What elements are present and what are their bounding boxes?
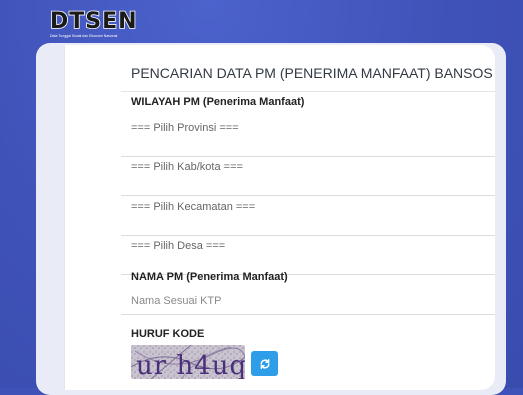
captcha-text: ur h4uq <box>136 351 245 379</box>
kabkota-select[interactable]: === Pilih Kab/kota === <box>121 161 495 196</box>
kode-label: HURUF KODE <box>131 328 205 340</box>
provinsi-select[interactable]: === Pilih Provinsi === <box>121 122 495 157</box>
title-divider <box>121 91 495 92</box>
kabkota-select-value: === Pilih Kab/kota === <box>131 161 243 173</box>
wilayah-label: WILAYAH PM (Penerima Manfaat) <box>131 96 305 108</box>
refresh-captcha-button[interactable] <box>251 351 278 376</box>
kecamatan-select[interactable]: === Pilih Kecamatan === <box>121 201 495 236</box>
captcha-image: ur h4uq <box>131 345 245 379</box>
nama-input[interactable] <box>121 288 495 315</box>
logo-tagline: Data Tunggal Sosial dan Ekonomi Nasional <box>50 34 118 38</box>
search-form-card: PENCARIAN DATA PM (PENERIMA MANFAAT) BAN… <box>64 45 495 390</box>
nama-label: NAMA PM (Penerima Manfaat) <box>131 271 288 283</box>
dtsen-logo: DTSEN Data Tunggal Sosial dan Ekonomi Na… <box>48 8 137 42</box>
logo-text: DTSEN <box>49 8 138 35</box>
refresh-icon <box>259 358 270 369</box>
form-title: PENCARIAN DATA PM (PENERIMA MANFAAT) BAN… <box>131 65 493 81</box>
desa-select[interactable]: === Pilih Desa === <box>121 240 495 275</box>
desa-select-value: === Pilih Desa === <box>131 240 226 252</box>
kecamatan-select-value: === Pilih Kecamatan === <box>131 201 256 213</box>
provinsi-select-value: === Pilih Provinsi === <box>131 122 239 134</box>
